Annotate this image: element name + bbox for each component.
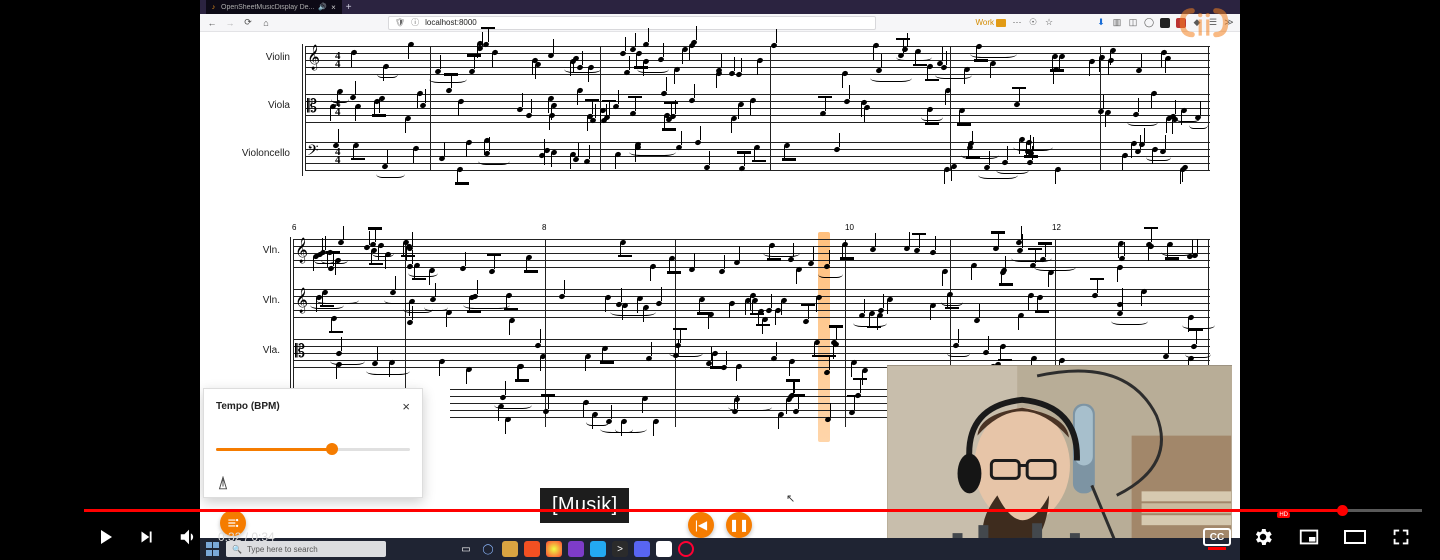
video-area: ♪ OpenSheetMusicDisplay De... 🔊 × + ← → … xyxy=(200,0,1240,560)
sidebar-icon[interactable]: ◫ xyxy=(1128,18,1138,28)
hd-badge: HD xyxy=(1277,512,1290,518)
url-text: localhost:8000 xyxy=(425,18,477,27)
url-field[interactable]: 🛡 ⓘ localhost:8000 xyxy=(388,16,876,30)
ext-icon-1[interactable] xyxy=(1160,18,1170,28)
new-tab-button[interactable]: + xyxy=(346,2,352,13)
instrument-label: Violoncello xyxy=(230,148,290,159)
back-button[interactable]: ← xyxy=(206,17,218,29)
treble-clef-icon: 𝄞 xyxy=(295,287,308,313)
measure-number: 6 xyxy=(292,223,296,232)
metronome-icon[interactable] xyxy=(216,476,230,490)
yt-miniplayer-button[interactable] xyxy=(1288,516,1330,558)
yt-controls: 0:32 / 0:34 CC HD xyxy=(84,514,1422,560)
tab-close-icon[interactable]: × xyxy=(331,3,336,12)
alto-clef-icon: 𝄡 xyxy=(307,96,317,117)
measure-number: 10 xyxy=(845,223,854,232)
info-icon: ⓘ xyxy=(411,17,419,28)
yt-settings-button[interactable]: HD xyxy=(1242,516,1284,558)
yt-progress-bar[interactable] xyxy=(84,507,1422,513)
bass-clef-icon: 𝄢 xyxy=(307,142,319,163)
treble-clef-icon: 𝄞 xyxy=(307,44,320,70)
shield-icon: 🛡 xyxy=(395,18,405,27)
tempo-close-icon[interactable]: × xyxy=(402,399,410,414)
yt-fullscreen-button[interactable] xyxy=(1380,516,1422,558)
instrument-label: Vla. xyxy=(220,345,280,356)
reload-button[interactable]: ⟳ xyxy=(242,17,254,29)
page-action-more-icon[interactable]: ⋯ xyxy=(1012,18,1022,28)
yt-theater-button[interactable] xyxy=(1334,516,1376,558)
bookmark-star-icon[interactable]: ☆ xyxy=(1044,18,1054,28)
reader-icon[interactable]: ☉ xyxy=(1028,18,1038,28)
instrument-label: Viola xyxy=(230,100,290,111)
yt-time-display: 0:32 / 0:34 xyxy=(218,530,275,544)
staff-system-1: Violin Viola Violoncello 𝄞 44 𝄡 44 xyxy=(230,38,1210,188)
account-icon[interactable]: ◯ xyxy=(1144,18,1154,28)
download-icon[interactable]: ⬇ xyxy=(1096,18,1106,28)
instrument-label: Vln. xyxy=(220,245,280,256)
work-chip-icon xyxy=(996,19,1006,27)
browser-tab-strip: ♪ OpenSheetMusicDisplay De... 🔊 × + xyxy=(200,0,1240,14)
tempo-slider-thumb[interactable] xyxy=(326,443,338,455)
yt-volume-button[interactable] xyxy=(168,516,210,558)
tempo-slider[interactable] xyxy=(216,442,410,456)
stage: ♪ OpenSheetMusicDisplay De... 🔊 × + ← → … xyxy=(0,0,1440,560)
measure-number: 12 xyxy=(1052,223,1061,232)
measure-number: 8 xyxy=(542,223,546,232)
container-indicator[interactable]: Work xyxy=(975,18,1006,27)
tab-audio-icon[interactable]: 🔊 xyxy=(318,3,327,11)
home-button[interactable]: ⌂ xyxy=(260,17,272,29)
forward-button[interactable]: → xyxy=(224,17,236,29)
tab-favicon-icon: ♪ xyxy=(210,4,217,11)
yt-cc-button[interactable]: CC xyxy=(1196,516,1238,558)
instrument-label: Vln. xyxy=(220,295,280,306)
library-icon[interactable]: ▥ xyxy=(1112,18,1122,28)
tempo-popup: Tempo (BPM) × xyxy=(203,388,423,498)
mouse-cursor-icon: ↖ xyxy=(786,492,795,505)
tab-title: OpenSheetMusicDisplay De... xyxy=(221,4,314,11)
browser-tab[interactable]: ♪ OpenSheetMusicDisplay De... 🔊 × xyxy=(206,0,342,14)
instrument-label: Violin xyxy=(230,52,290,63)
tempo-title: Tempo (BPM) xyxy=(216,401,280,412)
yt-next-button[interactable] xyxy=(126,516,168,558)
alto-clef-icon: 𝄡 xyxy=(295,341,305,362)
treble-clef-icon: 𝄞 xyxy=(295,237,308,263)
brand-logo-icon xyxy=(1174,2,1234,52)
sheet-music-area[interactable]: Violin Viola Violoncello 𝄞 44 𝄡 44 xyxy=(200,32,1240,560)
address-bar: ← → ⟳ ⌂ 🛡 ⓘ localhost:8000 Work ⋯ ☉ ☆ ⬇ … xyxy=(200,14,1240,32)
yt-play-button[interactable] xyxy=(84,516,126,558)
